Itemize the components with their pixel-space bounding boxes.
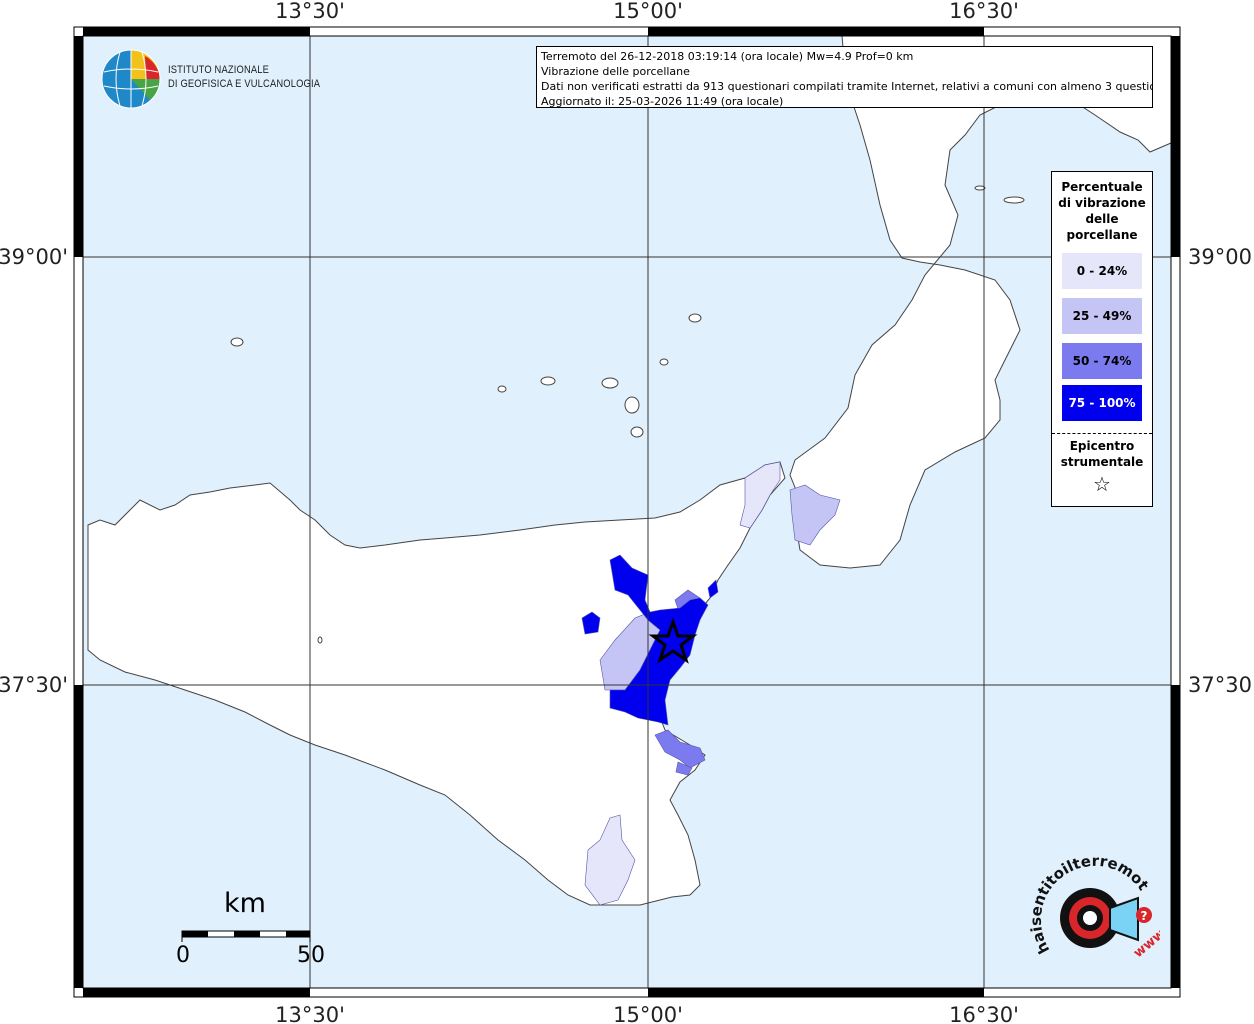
legend-class-4: 75 - 100% xyxy=(1062,385,1142,421)
lat-tick-right-2: 37°30' xyxy=(1188,673,1254,697)
lon-tick-bottom-3: 16°30' xyxy=(949,1003,1019,1024)
legend-epicenter-title: Epicentro strumentale xyxy=(1060,439,1144,469)
legend-title: Percentuale di vibrazione delle porcella… xyxy=(1058,180,1146,242)
legend-class-1: 0 - 24% xyxy=(1062,253,1142,289)
lon-tick-bottom-2: 15°00' xyxy=(613,1003,683,1024)
scale-start: 0 xyxy=(176,943,190,968)
lon-tick-top-3: 16°30' xyxy=(949,0,1019,23)
legend-divider xyxy=(1052,433,1152,434)
lat-tick-right-1: 39°00' xyxy=(1188,245,1254,269)
lon-tick-bottom-1: 13°30' xyxy=(275,1003,345,1024)
map-legend: Percentuale di vibrazione delle porcella… xyxy=(1051,171,1153,507)
map-subject: Vibrazione delle porcellane xyxy=(541,65,690,78)
legend-class-3: 50 - 74% xyxy=(1062,343,1142,379)
legend-class-1-label: 0 - 24% xyxy=(1076,264,1128,278)
legend-class-2: 25 - 49% xyxy=(1062,298,1142,334)
update-time: Aggiornato il: 25-03-2026 11:49 (ora loc… xyxy=(541,95,784,108)
ingv-name: ISTITUTO NAZIONALE DI GEOFISICA E VULCAN… xyxy=(168,63,320,91)
event-title: Terremoto del 26-12-2018 03:19:14 (ora l… xyxy=(541,50,914,63)
legend-class-2-label: 25 - 49% xyxy=(1072,309,1132,323)
lat-tick-left-2: 37°30' xyxy=(0,673,68,697)
scale-end: 50 xyxy=(297,943,325,968)
legend-star-icon: ☆ xyxy=(1093,472,1111,496)
target-megaphone-icon: ? haisentitoilterremoto.it www. xyxy=(1025,836,1171,961)
lat-tick-left-1: 39°00' xyxy=(0,245,68,269)
event-info-box: Terremoto del 26-12-2018 03:19:14 (ora l… xyxy=(536,46,1153,108)
ingv-globe-icon xyxy=(101,49,161,109)
data-note: Dati non verificati estratti da 913 ques… xyxy=(541,80,1153,93)
lon-tick-top-2: 15°00' xyxy=(613,0,683,23)
question-mark: ? xyxy=(1141,909,1148,923)
legend-class-3-label: 50 - 74% xyxy=(1072,354,1132,368)
ingv-name-line2: DI GEOFISICA E VULCANOLOGIA xyxy=(168,78,321,90)
lon-tick-top-1: 13°30' xyxy=(275,0,345,23)
haisentito-logo: ? haisentitoilterremoto.it www. xyxy=(1025,836,1171,980)
scale-unit: km xyxy=(224,888,266,919)
ingv-name-line1: ISTITUTO NAZIONALE xyxy=(168,64,270,76)
legend-class-4-label: 75 - 100% xyxy=(1068,396,1136,410)
